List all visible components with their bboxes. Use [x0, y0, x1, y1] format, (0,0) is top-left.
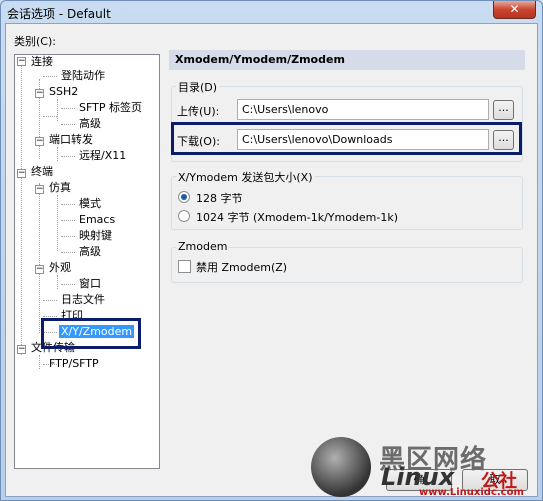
- annotation-box: [171, 122, 522, 155]
- watermark-logo-icon: [311, 437, 371, 497]
- annotation-box: [41, 318, 141, 349]
- category-tree[interactable]: − 连接 登陆动作 − SSH2 SFTP 标签页 高级 − 端口转发 远程/X…: [14, 54, 160, 469]
- tree-item-port-forwarding[interactable]: 端口转发: [47, 133, 95, 147]
- category-label: 类别(C):: [14, 35, 56, 48]
- collapse-icon[interactable]: −: [17, 169, 26, 178]
- packet-size-group-title: X/Ymodem 发送包大小(X): [176, 169, 315, 185]
- upload-path-input[interactable]: C:\Users\lenovo: [237, 99, 489, 120]
- collapse-icon[interactable]: −: [17, 57, 26, 66]
- tree-item-ssh2[interactable]: SSH2: [47, 85, 80, 99]
- tree-item-window[interactable]: 窗口: [77, 277, 103, 291]
- tree-item-key-mapping[interactable]: 映射键: [77, 229, 114, 243]
- disable-zmodem-checkbox[interactable]: [178, 260, 191, 273]
- upload-label: 上传(U):: [177, 105, 220, 118]
- collapse-icon[interactable]: −: [35, 89, 44, 98]
- panel-header: Xmodem/Ymodem/Zmodem: [169, 50, 525, 70]
- collapse-icon[interactable]: −: [35, 185, 44, 194]
- tree-item-connection[interactable]: 连接: [29, 55, 55, 69]
- window-title: 会话选项 - Default: [7, 7, 111, 21]
- tree-item-emulation[interactable]: 仿真: [47, 181, 73, 195]
- tree-item-appearance[interactable]: 外观: [47, 261, 73, 275]
- radio-128[interactable]: [178, 191, 190, 203]
- collapse-icon[interactable]: −: [17, 345, 26, 354]
- tree-item-emacs[interactable]: Emacs: [77, 213, 117, 227]
- collapse-icon[interactable]: −: [35, 265, 44, 274]
- radio-1024[interactable]: [178, 210, 190, 222]
- disable-zmodem-label: 禁用 Zmodem(Z): [196, 261, 288, 274]
- tree-item-log-file[interactable]: 日志文件: [59, 293, 107, 307]
- tree-item-remote-x11[interactable]: 远程/X11: [77, 149, 128, 163]
- tree-item-advanced[interactable]: 高级: [77, 245, 103, 259]
- close-icon: ✕: [509, 2, 520, 16]
- radio-128-label: 128 字节: [196, 192, 243, 205]
- radio-1024-label: 1024 字节 (Xmodem-1k/Ymodem-1k): [196, 211, 399, 224]
- ellipsis-icon: ...: [498, 101, 509, 114]
- tree-item-terminal[interactable]: 终端: [29, 165, 55, 179]
- dialog-client: 类别(C): − 连接 登陆动作 − SSH2 SFTP 标签页 高级 − 端口…: [5, 23, 538, 497]
- zmodem-group-title: Zmodem: [176, 240, 230, 253]
- tree-item-sftp-tab[interactable]: SFTP 标签页: [77, 101, 144, 115]
- upload-browse-button[interactable]: ...: [493, 100, 514, 120]
- tree-item-login-actions[interactable]: 登陆动作: [59, 69, 107, 83]
- close-button[interactable]: ✕: [493, 1, 536, 19]
- title-bar: 会话选项 - Default ✕: [1, 1, 542, 23]
- tree-item-modes[interactable]: 模式: [77, 197, 103, 211]
- collapse-icon[interactable]: −: [35, 137, 44, 146]
- watermark-url: www.Linuxidc.com: [419, 487, 524, 498]
- tree-item-ftp-sftp[interactable]: FTP/SFTP: [47, 357, 101, 371]
- dialog-window: 会话选项 - Default ✕ 类别(C): − 连接 登陆动作 − SSH2…: [0, 0, 543, 501]
- directories-group-title: 目录(D): [176, 79, 220, 95]
- tree-item-advanced[interactable]: 高级: [77, 117, 103, 131]
